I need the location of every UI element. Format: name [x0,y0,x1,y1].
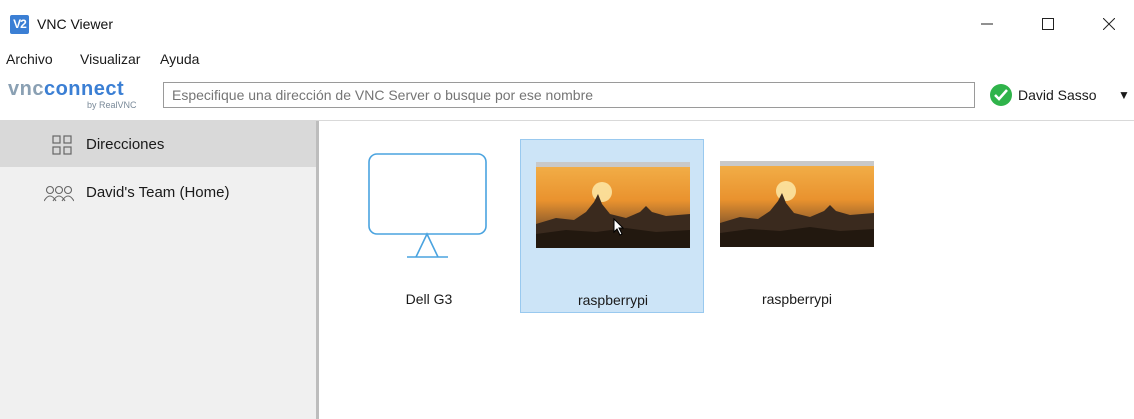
connection-tile-raspberrypi-1[interactable]: raspberrypi [520,139,704,313]
logo-subtitle: by RealVNC [87,100,137,110]
toolbar: vncconnect by RealVNC David Sasso ▼ [0,74,1134,121]
chevron-down-icon: ▼ [1118,88,1130,102]
address-book-icon [52,135,72,155]
minimize-icon [981,23,993,25]
maximize-icon [1042,18,1054,30]
logo-connect-text: connect [43,78,125,100]
menu-archivo[interactable]: Archivo [6,51,53,67]
connection-tile-dell-g3[interactable]: Dell G3 [337,139,521,313]
sidebar: Direcciones David's Team (Home) [0,121,319,419]
logo-vnc-text: vnc [8,78,44,100]
signed-in-check-icon [990,84,1012,106]
sidebar-item-label: David's Team (Home) [86,184,230,201]
minimize-button[interactable] [964,8,1010,40]
connection-tile-raspberrypi-2[interactable]: raspberrypi [705,139,889,313]
sidebar-item-label: Direcciones [86,136,165,153]
mouse-cursor-icon [613,218,625,236]
connection-name: raspberrypi [577,292,649,308]
sidebar-item-direcciones[interactable]: Direcciones [0,121,316,167]
maximize-button[interactable] [1025,8,1071,40]
monitor-icon [368,153,487,258]
connections-grid: Dell G3 raspberrypi raspberrypi [319,121,1134,419]
close-icon [1103,18,1115,30]
team-icon [44,185,74,202]
menu-ayuda[interactable]: Ayuda [160,51,199,67]
close-button[interactable] [1086,8,1132,40]
desktop-thumbnail [720,161,874,247]
connection-name: raspberrypi [761,291,833,307]
menu-visualizar[interactable]: Visualizar [80,51,140,67]
search-input[interactable] [163,82,975,108]
vnc-app-icon: V2 [10,15,29,34]
account-name: David Sasso [1018,87,1097,103]
window-title: VNC Viewer [37,16,113,32]
sidebar-item-team[interactable]: David's Team (Home) [0,169,316,215]
title-bar: V2 VNC Viewer [0,0,1134,44]
connection-name: Dell G3 [405,291,453,307]
vnc-connect-logo: vncconnect [8,78,124,101]
